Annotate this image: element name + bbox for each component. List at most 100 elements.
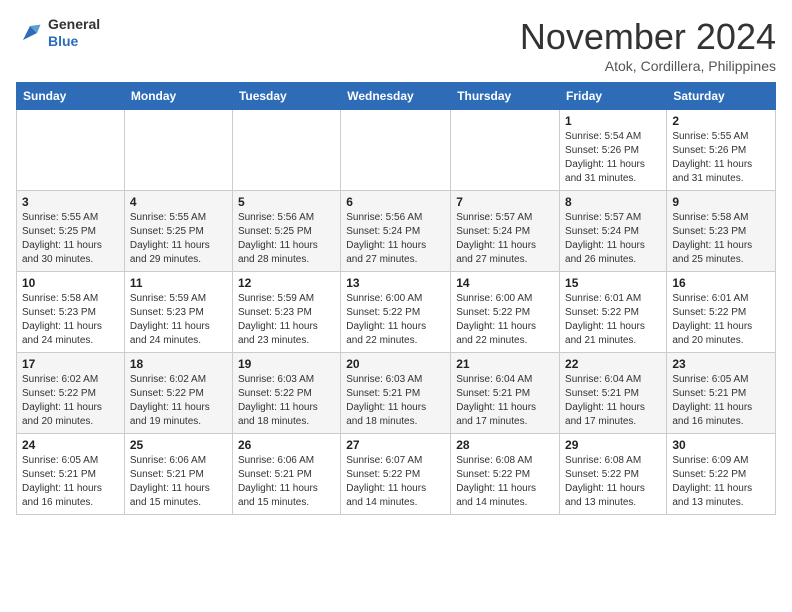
calendar-day-cell: 28 Sunrise: 6:08 AM Sunset: 5:22 PM Dayli…	[451, 434, 560, 515]
day-number: 8	[565, 195, 661, 209]
day-info: Sunrise: 5:54 AM Sunset: 5:26 PM Dayligh…	[565, 130, 661, 186]
day-info: Sunrise: 5:58 AM Sunset: 5:23 PM Dayligh…	[22, 292, 119, 348]
calendar-day-cell	[451, 110, 560, 191]
day-number: 26	[238, 438, 335, 452]
logo: General Blue	[16, 16, 100, 50]
calendar-day-cell: 21 Sunrise: 6:04 AM Sunset: 5:21 PM Dayli…	[451, 353, 560, 434]
day-number: 12	[238, 276, 335, 290]
day-number: 13	[346, 276, 445, 290]
logo-general: General	[48, 16, 100, 33]
day-number: 3	[22, 195, 119, 209]
day-number: 18	[130, 357, 227, 371]
calendar-day-cell: 17 Sunrise: 6:02 AM Sunset: 5:22 PM Dayli…	[17, 353, 125, 434]
day-info: Sunrise: 6:04 AM Sunset: 5:21 PM Dayligh…	[456, 373, 554, 429]
day-number: 9	[672, 195, 770, 209]
calendar-day-cell: 29 Sunrise: 6:08 AM Sunset: 5:22 PM Dayli…	[560, 434, 667, 515]
day-number: 5	[238, 195, 335, 209]
calendar-day-cell: 26Sunrise: 6:06 AM Sunset: 5:21 PM Dayli…	[232, 434, 340, 515]
day-number: 25	[130, 438, 227, 452]
calendar-day-cell: 15 Sunrise: 6:01 AM Sunset: 5:22 PM Dayli…	[560, 272, 667, 353]
day-info: Sunrise: 5:57 AM Sunset: 5:24 PM Dayligh…	[456, 211, 554, 267]
calendar-day-cell: 14Sunrise: 6:00 AM Sunset: 5:22 PM Dayli…	[451, 272, 560, 353]
calendar-day-cell: 1Sunrise: 5:54 AM Sunset: 5:26 PM Daylig…	[560, 110, 667, 191]
day-info: Sunrise: 5:59 AM Sunset: 5:23 PM Dayligh…	[238, 292, 335, 348]
calendar-day-cell: 9 Sunrise: 5:58 AM Sunset: 5:23 PM Daylig…	[667, 191, 776, 272]
day-info: Sunrise: 6:03 AM Sunset: 5:21 PM Dayligh…	[346, 373, 445, 429]
day-number: 30	[672, 438, 770, 452]
calendar-day-cell: 2 Sunrise: 5:55 AM Sunset: 5:26 PM Daylig…	[667, 110, 776, 191]
calendar-header-row: SundayMondayTuesdayWednesdayThursdayFrid…	[17, 83, 776, 110]
calendar-day-cell: 30 Sunrise: 6:09 AM Sunset: 5:22 PM Dayli…	[667, 434, 776, 515]
day-info: Sunrise: 6:01 AM Sunset: 5:22 PM Dayligh…	[565, 292, 661, 348]
calendar-day-cell: 13 Sunrise: 6:00 AM Sunset: 5:22 PM Dayli…	[341, 272, 451, 353]
day-of-week-header: Sunday	[17, 83, 125, 110]
page-header: General Blue November 2024 Atok, Cordill…	[16, 16, 776, 74]
calendar-day-cell	[341, 110, 451, 191]
day-info: Sunrise: 6:02 AM Sunset: 5:22 PM Dayligh…	[130, 373, 227, 429]
day-info: Sunrise: 5:59 AM Sunset: 5:23 PM Dayligh…	[130, 292, 227, 348]
day-info: Sunrise: 6:01 AM Sunset: 5:22 PM Dayligh…	[672, 292, 770, 348]
day-number: 16	[672, 276, 770, 290]
day-number: 24	[22, 438, 119, 452]
calendar-day-cell: 24Sunrise: 6:05 AM Sunset: 5:21 PM Dayli…	[17, 434, 125, 515]
day-info: Sunrise: 5:56 AM Sunset: 5:24 PM Dayligh…	[346, 211, 445, 267]
day-number: 28	[456, 438, 554, 452]
day-number: 17	[22, 357, 119, 371]
day-number: 22	[565, 357, 661, 371]
day-of-week-header: Wednesday	[341, 83, 451, 110]
month-title: November 2024	[520, 16, 776, 58]
day-number: 6	[346, 195, 445, 209]
day-info: Sunrise: 5:56 AM Sunset: 5:25 PM Dayligh…	[238, 211, 335, 267]
calendar-week-row: 10 Sunrise: 5:58 AM Sunset: 5:23 PM Dayli…	[17, 272, 776, 353]
calendar-day-cell: 7Sunrise: 5:57 AM Sunset: 5:24 PM Daylig…	[451, 191, 560, 272]
calendar-day-cell: 3 Sunrise: 5:55 AM Sunset: 5:25 PM Daylig…	[17, 191, 125, 272]
day-of-week-header: Tuesday	[232, 83, 340, 110]
day-number: 15	[565, 276, 661, 290]
calendar-week-row: 24Sunrise: 6:05 AM Sunset: 5:21 PM Dayli…	[17, 434, 776, 515]
day-info: Sunrise: 6:04 AM Sunset: 5:21 PM Dayligh…	[565, 373, 661, 429]
day-info: Sunrise: 6:05 AM Sunset: 5:21 PM Dayligh…	[672, 373, 770, 429]
day-number: 10	[22, 276, 119, 290]
day-number: 29	[565, 438, 661, 452]
day-info: Sunrise: 6:09 AM Sunset: 5:22 PM Dayligh…	[672, 454, 770, 510]
day-number: 14	[456, 276, 554, 290]
day-of-week-header: Friday	[560, 83, 667, 110]
logo-blue: Blue	[48, 33, 100, 50]
logo-text: General Blue	[48, 16, 100, 50]
calendar-day-cell: 12 Sunrise: 5:59 AM Sunset: 5:23 PM Dayli…	[232, 272, 340, 353]
day-of-week-header: Monday	[124, 83, 232, 110]
day-info: Sunrise: 5:55 AM Sunset: 5:26 PM Dayligh…	[672, 130, 770, 186]
calendar-day-cell: 11Sunrise: 5:59 AM Sunset: 5:23 PM Dayli…	[124, 272, 232, 353]
calendar-table: SundayMondayTuesdayWednesdayThursdayFrid…	[16, 82, 776, 515]
calendar-week-row: 17 Sunrise: 6:02 AM Sunset: 5:22 PM Dayli…	[17, 353, 776, 434]
day-info: Sunrise: 5:55 AM Sunset: 5:25 PM Dayligh…	[22, 211, 119, 267]
day-number: 21	[456, 357, 554, 371]
day-number: 20	[346, 357, 445, 371]
calendar-day-cell	[232, 110, 340, 191]
calendar-day-cell: 22 Sunrise: 6:04 AM Sunset: 5:21 PM Dayli…	[560, 353, 667, 434]
day-number: 2	[672, 114, 770, 128]
day-info: Sunrise: 5:57 AM Sunset: 5:24 PM Dayligh…	[565, 211, 661, 267]
day-info: Sunrise: 5:55 AM Sunset: 5:25 PM Dayligh…	[130, 211, 227, 267]
day-info: Sunrise: 6:08 AM Sunset: 5:22 PM Dayligh…	[565, 454, 661, 510]
calendar-day-cell: 20 Sunrise: 6:03 AM Sunset: 5:21 PM Dayli…	[341, 353, 451, 434]
day-number: 4	[130, 195, 227, 209]
logo-bird-icon	[16, 19, 44, 47]
calendar-week-row: 1Sunrise: 5:54 AM Sunset: 5:26 PM Daylig…	[17, 110, 776, 191]
day-info: Sunrise: 6:06 AM Sunset: 5:21 PM Dayligh…	[130, 454, 227, 510]
location: Atok, Cordillera, Philippines	[520, 58, 776, 74]
calendar-day-cell: 23Sunrise: 6:05 AM Sunset: 5:21 PM Dayli…	[667, 353, 776, 434]
day-info: Sunrise: 6:00 AM Sunset: 5:22 PM Dayligh…	[346, 292, 445, 348]
day-info: Sunrise: 5:58 AM Sunset: 5:23 PM Dayligh…	[672, 211, 770, 267]
calendar-day-cell: 8 Sunrise: 5:57 AM Sunset: 5:24 PM Daylig…	[560, 191, 667, 272]
calendar-week-row: 3 Sunrise: 5:55 AM Sunset: 5:25 PM Daylig…	[17, 191, 776, 272]
calendar-day-cell	[17, 110, 125, 191]
calendar-day-cell: 10 Sunrise: 5:58 AM Sunset: 5:23 PM Dayli…	[17, 272, 125, 353]
calendar-day-cell: 5 Sunrise: 5:56 AM Sunset: 5:25 PM Daylig…	[232, 191, 340, 272]
day-info: Sunrise: 6:02 AM Sunset: 5:22 PM Dayligh…	[22, 373, 119, 429]
day-info: Sunrise: 6:03 AM Sunset: 5:22 PM Dayligh…	[238, 373, 335, 429]
day-info: Sunrise: 6:08 AM Sunset: 5:22 PM Dayligh…	[456, 454, 554, 510]
calendar-day-cell	[124, 110, 232, 191]
calendar-day-cell: 16 Sunrise: 6:01 AM Sunset: 5:22 PM Dayli…	[667, 272, 776, 353]
calendar-day-cell: 27Sunrise: 6:07 AM Sunset: 5:22 PM Dayli…	[341, 434, 451, 515]
